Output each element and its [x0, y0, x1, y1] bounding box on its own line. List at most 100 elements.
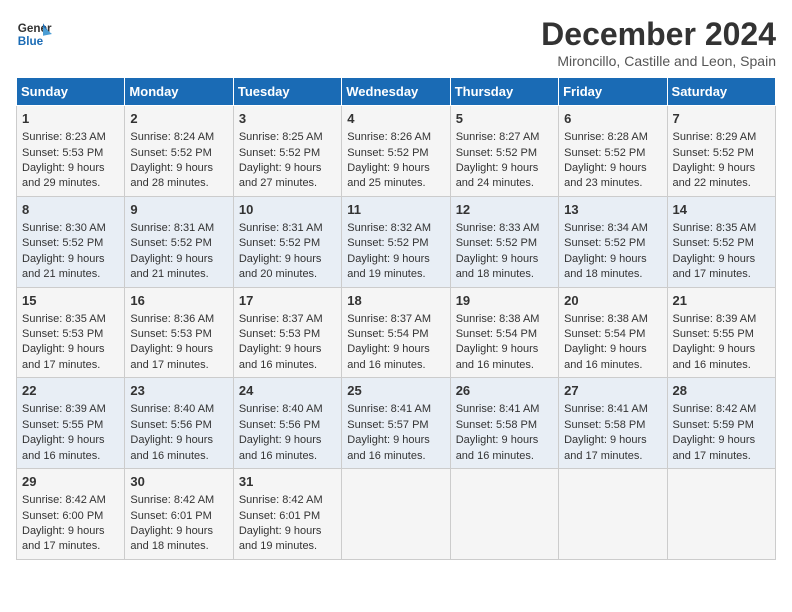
day-info: Sunrise: 8:42 AM [239, 493, 336, 508]
calendar-cell: 11Sunrise: 8:32 AMSunset: 5:52 PMDayligh… [342, 196, 450, 287]
calendar-cell [559, 469, 667, 560]
day-number: 10 [239, 201, 336, 219]
day-number: 25 [347, 382, 444, 400]
day-number: 18 [347, 292, 444, 310]
day-info: Daylight: 9 hours [564, 252, 661, 267]
calendar-header-sunday: Sunday [17, 78, 125, 106]
day-info: and 17 minutes. [673, 449, 770, 464]
day-number: 31 [239, 473, 336, 491]
day-info: Daylight: 9 hours [673, 161, 770, 176]
calendar-cell: 1Sunrise: 8:23 AMSunset: 5:53 PMDaylight… [17, 106, 125, 197]
day-info: and 27 minutes. [239, 176, 336, 191]
day-number: 28 [673, 382, 770, 400]
day-info: and 16 minutes. [456, 358, 553, 373]
day-info: and 16 minutes. [564, 358, 661, 373]
day-info: and 17 minutes. [22, 539, 119, 554]
day-info: Sunrise: 8:39 AM [22, 402, 119, 417]
day-info: Sunset: 5:52 PM [456, 146, 553, 161]
day-info: Sunrise: 8:33 AM [456, 221, 553, 236]
calendar-cell: 24Sunrise: 8:40 AMSunset: 5:56 PMDayligh… [233, 378, 341, 469]
day-number: 6 [564, 110, 661, 128]
day-number: 27 [564, 382, 661, 400]
day-info: Daylight: 9 hours [130, 252, 227, 267]
day-info: and 21 minutes. [130, 267, 227, 282]
day-info: and 16 minutes. [347, 358, 444, 373]
calendar-cell: 10 Sunrise: 8:31 AMSunset: 5:52 PMDayligh… [233, 196, 341, 287]
day-number: 13 [564, 201, 661, 219]
day-info: and 17 minutes. [673, 267, 770, 282]
day-info: Sunset: 5:52 PM [239, 236, 336, 251]
day-info: Sunset: 5:58 PM [456, 418, 553, 433]
day-info: Daylight: 9 hours [347, 252, 444, 267]
calendar-header-monday: Monday [125, 78, 233, 106]
calendar-cell: 13Sunrise: 8:34 AMSunset: 5:52 PMDayligh… [559, 196, 667, 287]
calendar-cell [450, 469, 558, 560]
day-info: Daylight: 9 hours [673, 252, 770, 267]
day-info: Sunrise: 8:42 AM [22, 493, 119, 508]
calendar-cell: 27Sunrise: 8:41 AMSunset: 5:58 PMDayligh… [559, 378, 667, 469]
calendar-cell: 15Sunrise: 8:35 AMSunset: 5:53 PMDayligh… [17, 287, 125, 378]
day-info: Sunrise: 8:29 AM [673, 130, 770, 145]
day-number: 24 [239, 382, 336, 400]
day-info: Sunset: 5:54 PM [564, 327, 661, 342]
calendar-week-row: 22Sunrise: 8:39 AMSunset: 5:55 PMDayligh… [17, 378, 776, 469]
day-info: and 19 minutes. [239, 539, 336, 554]
day-info: Sunrise: 8:31 AM [239, 221, 336, 236]
day-info: Sunrise: 8:40 AM [130, 402, 227, 417]
day-info: Sunset: 5:55 PM [673, 327, 770, 342]
calendar-header-thursday: Thursday [450, 78, 558, 106]
day-info: Daylight: 9 hours [239, 342, 336, 357]
day-info: Sunset: 5:56 PM [130, 418, 227, 433]
day-info: Daylight: 9 hours [673, 433, 770, 448]
day-info: Sunset: 5:52 PM [673, 146, 770, 161]
day-info: Sunrise: 8:31 AM [130, 221, 227, 236]
day-number: 9 [130, 201, 227, 219]
day-info: Sunrise: 8:35 AM [22, 312, 119, 327]
main-title: December 2024 [541, 16, 776, 53]
day-info: Sunrise: 8:23 AM [22, 130, 119, 145]
day-info: Daylight: 9 hours [456, 342, 553, 357]
calendar-week-row: 15Sunrise: 8:35 AMSunset: 5:53 PMDayligh… [17, 287, 776, 378]
day-info: Sunset: 5:58 PM [564, 418, 661, 433]
day-info: and 16 minutes. [673, 358, 770, 373]
day-info: Daylight: 9 hours [22, 252, 119, 267]
day-number: 20 [564, 292, 661, 310]
day-info: and 17 minutes. [564, 449, 661, 464]
day-info: Sunrise: 8:39 AM [673, 312, 770, 327]
day-info: Sunset: 5:53 PM [22, 146, 119, 161]
day-info: Sunset: 5:55 PM [22, 418, 119, 433]
day-info: Daylight: 9 hours [239, 161, 336, 176]
calendar-cell: 6Sunrise: 8:28 AMSunset: 5:52 PMDaylight… [559, 106, 667, 197]
calendar-cell: 8Sunrise: 8:30 AMSunset: 5:52 PMDaylight… [17, 196, 125, 287]
day-number: 2 [130, 110, 227, 128]
day-number: 22 [22, 382, 119, 400]
day-info: Sunset: 6:01 PM [130, 509, 227, 524]
day-number: 4 [347, 110, 444, 128]
day-info: Sunrise: 8:35 AM [673, 221, 770, 236]
day-info: and 29 minutes. [22, 176, 119, 191]
calendar-cell: 22 Sunrise: 8:39 AMSunset: 5:55 PMDayligh… [17, 378, 125, 469]
calendar-cell: 30Sunrise: 8:42 AMSunset: 6:01 PMDayligh… [125, 469, 233, 560]
day-info: Daylight: 9 hours [239, 252, 336, 267]
day-info: Daylight: 9 hours [239, 524, 336, 539]
day-info: Sunset: 5:53 PM [239, 327, 336, 342]
day-info: Sunrise: 8:36 AM [130, 312, 227, 327]
calendar-cell: 2Sunrise: 8:24 AMSunset: 5:52 PMDaylight… [125, 106, 233, 197]
day-info: Daylight: 9 hours [347, 342, 444, 357]
day-info: Sunset: 5:52 PM [130, 236, 227, 251]
day-info: Sunset: 5:52 PM [130, 146, 227, 161]
day-info: Daylight: 9 hours [130, 161, 227, 176]
day-info: and 17 minutes. [130, 358, 227, 373]
day-info: Daylight: 9 hours [22, 342, 119, 357]
day-info: Daylight: 9 hours [22, 433, 119, 448]
day-number: 15 [22, 292, 119, 310]
day-info: and 24 minutes. [456, 176, 553, 191]
day-info: Daylight: 9 hours [130, 524, 227, 539]
day-info: Sunset: 5:52 PM [673, 236, 770, 251]
day-info: Sunrise: 8:41 AM [564, 402, 661, 417]
day-number: 23 [130, 382, 227, 400]
day-number: 11 [347, 201, 444, 219]
day-info: Sunrise: 8:25 AM [239, 130, 336, 145]
day-info: Daylight: 9 hours [347, 161, 444, 176]
calendar-week-row: 1Sunrise: 8:23 AMSunset: 5:53 PMDaylight… [17, 106, 776, 197]
